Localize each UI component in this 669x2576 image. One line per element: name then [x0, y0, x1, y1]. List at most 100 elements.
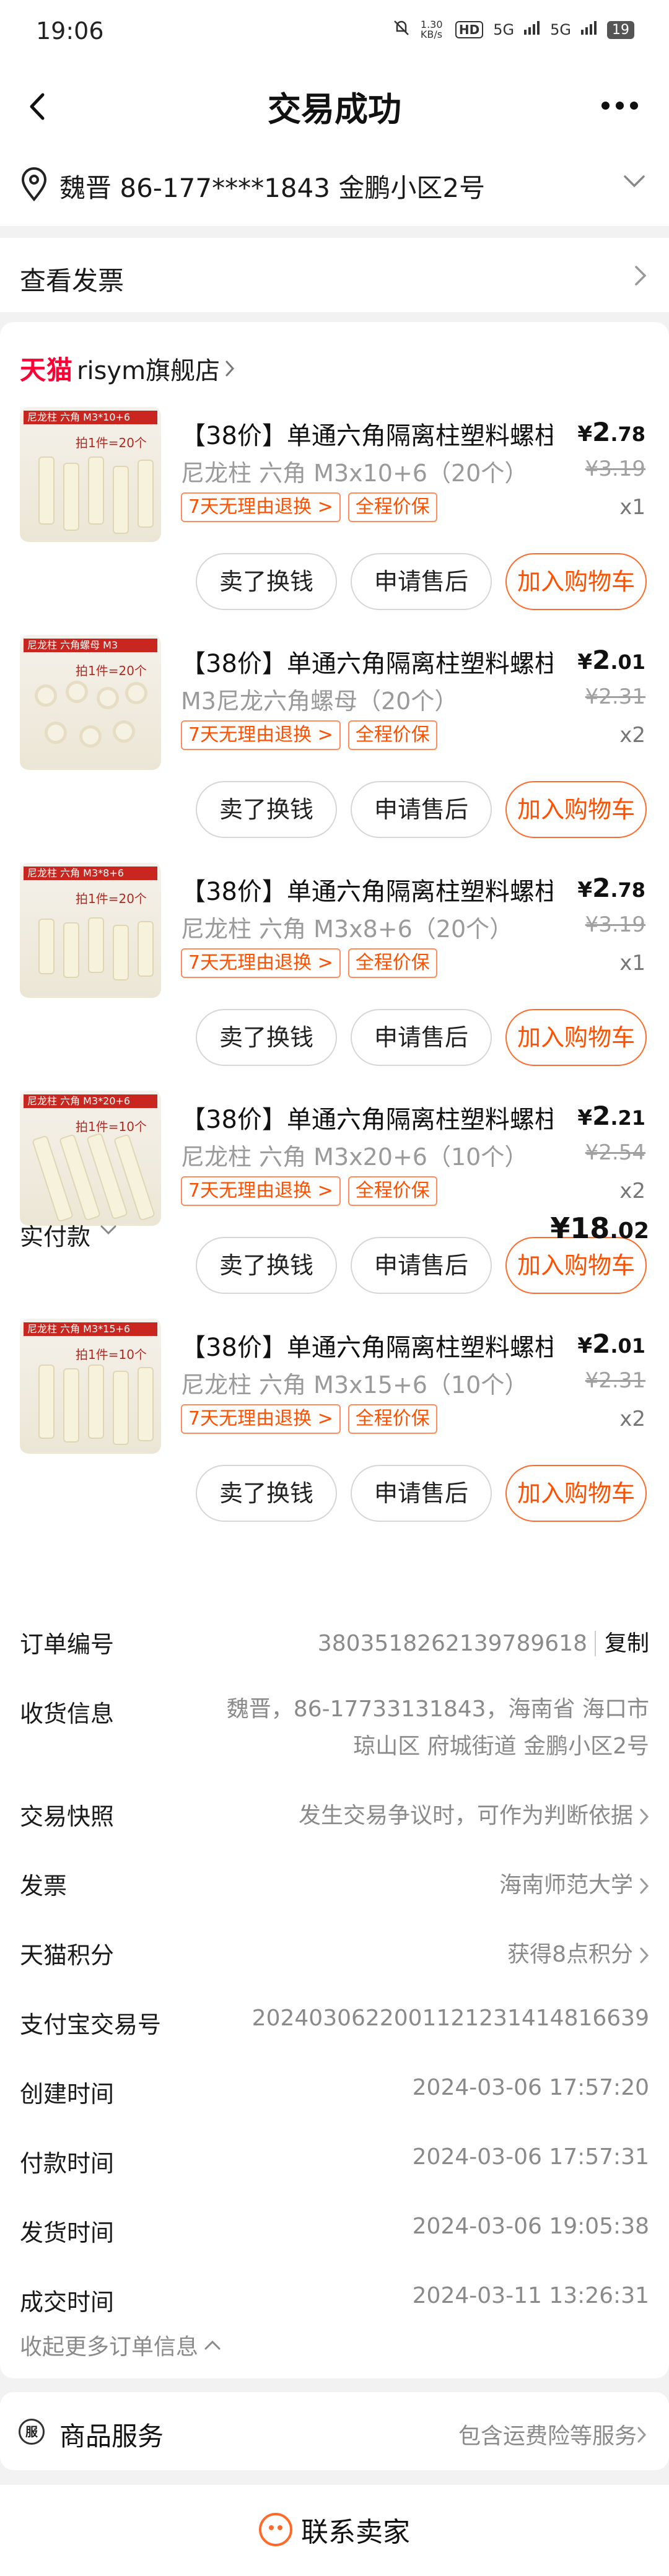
price-protect-tag: 全程价保 — [348, 1176, 437, 1206]
thumb-label: 尼龙柱 六角 M3*15+6 — [24, 1322, 157, 1336]
collapse-label: 收起更多订单信息 — [20, 2334, 199, 2360]
more-dot — [629, 101, 638, 110]
add-to-cart-button[interactable]: 加入购物车 — [505, 781, 647, 838]
signal-5g-1: 5G — [493, 21, 515, 38]
add-to-cart-button[interactable]: 加入购物车 — [505, 553, 647, 610]
product-price: ¥2.01 — [577, 1329, 645, 1359]
product-spec: 尼龙柱 六角 M3x8+6（20个） — [181, 915, 514, 943]
after-sale-button[interactable]: 申请售后 — [351, 781, 492, 838]
product-title[interactable]: 【38价】单通六角隔离柱塑料螺柱 — [181, 416, 553, 452]
done-value: 2024-03-11 13:26:31 — [412, 2283, 649, 2308]
paid-value: 2024-03-06 17:57:31 — [412, 2144, 649, 2170]
add-to-cart-button[interactable]: 加入购物车 — [505, 1465, 647, 1522]
payment-row[interactable]: 实付款 ¥18.02 — [20, 1208, 649, 1257]
collapse-info-button[interactable]: 收起更多订单信息 — [20, 2329, 221, 2361]
original-price: ¥3.19 — [585, 912, 645, 937]
signal-bars-icon — [581, 21, 597, 38]
shipping-info-row: 收货信息 魏晋，86-17733131843，海南省 海口市 琼山区 府城街道 … — [20, 1695, 649, 1775]
chevron-right-icon — [225, 360, 235, 376]
store-link[interactable]: 天猫 risym旗舰店 — [20, 349, 235, 387]
snapshot-value: 发生交易争议时，可作为判断依据 — [298, 1803, 633, 1828]
chevron-right-icon — [637, 2427, 647, 2443]
service-label: 商品服务 — [59, 2421, 164, 2452]
return-policy-tag[interactable]: 7天无理由退换 > — [181, 1404, 341, 1434]
thumb-qty: 拍1件=20个 — [76, 435, 147, 450]
order-item: 尼龙柱 六角 M3*8+6 拍1件=20个 【38价】单通六角隔离柱塑料螺柱 尼… — [0, 863, 669, 1092]
thumb-qty: 拍1件=10个 — [76, 1347, 147, 1362]
product-price: ¥2.01 — [577, 645, 645, 675]
product-spec: 尼龙柱 六角 M3x15+6（10个） — [181, 1371, 528, 1399]
thumb-qty: 拍1件=20个 — [76, 663, 147, 678]
return-policy-tag[interactable]: 7天无理由退换 > — [181, 1176, 341, 1206]
created-label: 创建时间 — [20, 2080, 115, 2108]
copy-button[interactable]: 复制 — [594, 1631, 649, 1656]
chevron-right-icon — [635, 266, 647, 286]
product-thumbnail[interactable]: 尼龙柱 六角 M3*8+6 拍1件=20个 — [20, 863, 161, 998]
product-title[interactable]: 【38价】单通六角隔离柱塑料螺柱 — [181, 644, 553, 679]
product-thumbnail[interactable]: 尼龙柱 六角 M3*20+6 拍1件=10个 — [20, 1091, 161, 1226]
more-button[interactable] — [595, 87, 644, 124]
points-value: 获得8点积分 — [507, 1942, 633, 1967]
item-count: x2 — [619, 1179, 645, 1203]
product-spec: 尼龙柱 六角 M3x20+6（10个） — [181, 1143, 528, 1171]
product-service-row[interactable]: 服 商品服务 包含运费险等服务 — [0, 2392, 669, 2470]
contact-seller-button[interactable]: 联系卖家 — [0, 2485, 669, 2576]
product-thumbnail[interactable]: 尼龙柱 六角 M3*15+6 拍1件=10个 — [20, 1319, 161, 1454]
item-count: x2 — [619, 723, 645, 748]
invoice-label: 发票 — [20, 1872, 68, 1900]
chevron-right-icon — [640, 1947, 649, 1963]
return-policy-tag[interactable]: 7天无理由退换 > — [181, 720, 341, 750]
paid-label: 付款时间 — [20, 2150, 115, 2177]
original-price: ¥2.54 — [585, 1140, 645, 1165]
return-policy-tag[interactable]: 7天无理由退换 > — [181, 948, 341, 978]
resell-button[interactable]: 卖了换钱 — [196, 1009, 337, 1066]
after-sale-button[interactable]: 申请售后 — [351, 553, 492, 610]
page-title: 交易成功 — [268, 90, 401, 129]
more-dot — [601, 101, 610, 110]
thumb-qty: 拍1件=20个 — [76, 891, 147, 906]
signal-5g-2: 5G — [550, 21, 571, 38]
price-protect-tag: 全程价保 — [348, 1404, 437, 1434]
thumb-qty: 拍1件=10个 — [76, 1119, 147, 1134]
payment-label: 实付款 — [20, 1223, 91, 1251]
product-title[interactable]: 【38价】单通六角隔离柱塑料螺柱 — [181, 1099, 553, 1135]
product-thumbnail[interactable]: 尼龙柱 六角螺母 M3 拍1件=20个 — [20, 635, 161, 770]
chat-face-icon — [259, 2513, 292, 2546]
resell-button[interactable]: 卖了换钱 — [196, 1465, 337, 1522]
view-invoice-label: 查看发票 — [20, 266, 125, 296]
resell-button[interactable]: 卖了换钱 — [196, 781, 337, 838]
product-thumbnail[interactable]: 尼龙柱 六角 M3*10+6 拍1件=20个 — [20, 407, 161, 542]
points-label: 天猫积分 — [20, 1942, 115, 1969]
original-price: ¥2.31 — [585, 684, 645, 709]
chevron-right-icon — [640, 1809, 649, 1825]
thumb-label: 尼龙柱 六角 M3*8+6 — [24, 867, 157, 880]
price-protect-tag: 全程价保 — [348, 948, 437, 978]
shipping-value: 魏晋，86-17733131843，海南省 海口市 琼山区 府城街道 金鹏小区2… — [226, 1696, 649, 1759]
return-policy-tag[interactable]: 7天无理由退换 > — [181, 492, 341, 522]
tmall-logo: 天猫 — [20, 355, 74, 385]
alipay-label: 支付宝交易号 — [20, 2011, 162, 2038]
add-to-cart-button[interactable]: 加入购物车 — [505, 1009, 647, 1066]
item-count: x1 — [619, 951, 645, 976]
order-item: 尼龙柱 六角 M3*20+6 拍1件=10个 【38价】单通六角隔离柱塑料螺柱 … — [0, 1091, 669, 1320]
status-bar: 19:06 1.30 KB/s HD 5G 5G 19 — [0, 0, 669, 68]
net-speed: 1.30 KB/s — [420, 19, 443, 40]
signal-bars-icon — [524, 21, 540, 38]
after-sale-button[interactable]: 申请售后 — [351, 1465, 492, 1522]
product-title[interactable]: 【38价】单通六角隔离柱塑料螺柱 — [181, 871, 553, 907]
address-row[interactable]: 魏晋 86-177****1843 金鹏小区2号 — [0, 142, 669, 227]
service-icon: 服 — [19, 2419, 45, 2445]
location-pin-icon — [21, 167, 47, 202]
product-title[interactable]: 【38价】单通六角隔离柱塑料螺柱 — [181, 1327, 553, 1363]
store-name: risym旗舰店 — [77, 356, 221, 385]
alipay-value: 2024030622001121231414816639 — [251, 2006, 649, 2031]
product-price: ¥2.78 — [577, 873, 645, 903]
after-sale-button[interactable]: 申请售后 — [351, 1009, 492, 1066]
product-spec: 尼龙柱 六角 M3x10+6（20个） — [181, 460, 528, 487]
product-spec: M3尼龙六角螺母（20个） — [181, 688, 458, 715]
product-price: ¥2.78 — [577, 417, 645, 447]
product-price: ¥2.21 — [577, 1101, 645, 1131]
view-invoice-row[interactable]: 查看发票 — [0, 238, 669, 312]
status-icons: 1.30 KB/s HD 5G 5G 19 — [392, 19, 634, 41]
resell-button[interactable]: 卖了换钱 — [196, 553, 337, 610]
